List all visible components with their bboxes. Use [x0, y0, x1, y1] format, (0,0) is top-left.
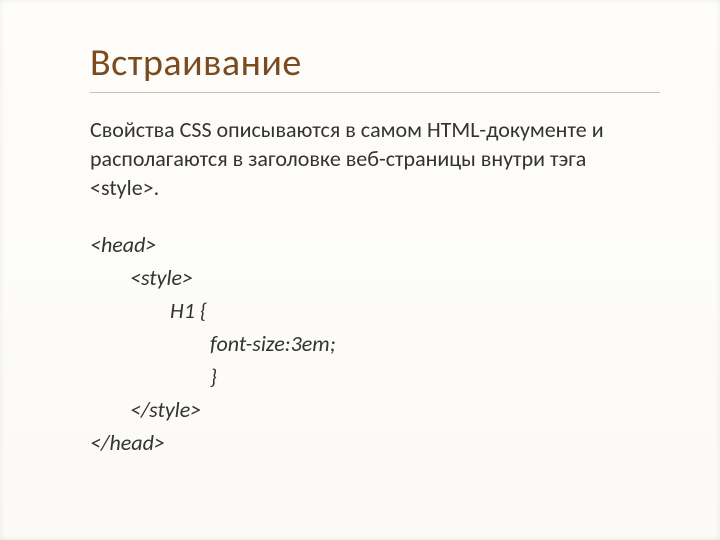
code-line: </head> — [90, 426, 660, 459]
code-line: H1 { — [90, 294, 660, 327]
slide-title: Встраивание — [90, 40, 660, 86]
code-example: <head> <style> H1 { font-size:3em; } </s… — [90, 228, 660, 459]
title-container: Встраивание — [90, 40, 660, 93]
code-line: } — [90, 360, 660, 393]
slide: Встраивание Свойства CSS описываются в с… — [0, 0, 720, 540]
code-line: </style> — [90, 393, 660, 426]
description-paragraph: Свойства CSS описываются в самом HTML-до… — [90, 115, 660, 202]
code-line: <head> — [90, 228, 660, 261]
code-line: <style> — [90, 261, 660, 294]
code-line: font-size:3em; — [90, 327, 660, 360]
